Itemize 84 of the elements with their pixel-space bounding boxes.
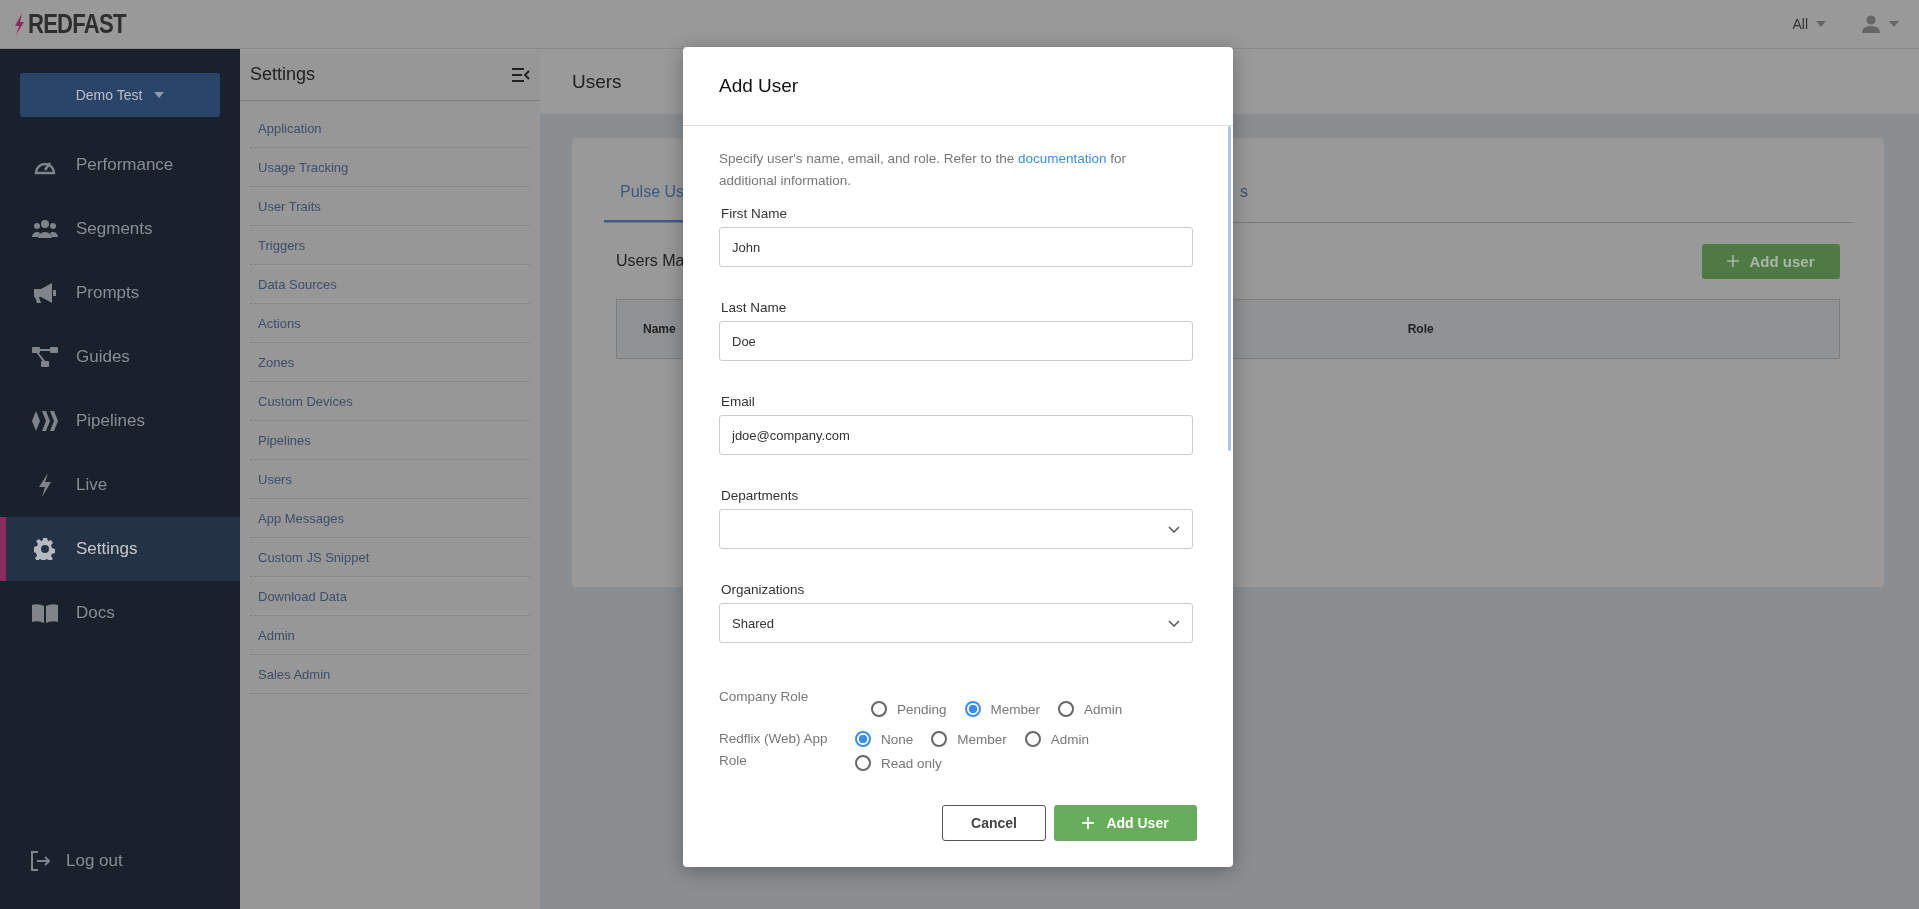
- radio-button[interactable]: [855, 731, 871, 747]
- documentation-link[interactable]: documentation: [1018, 151, 1107, 166]
- nav-item[interactable]: Pipelines: [0, 389, 240, 453]
- radio-button[interactable]: [1024, 731, 1041, 747]
- people-icon: [32, 219, 58, 239]
- radio-option[interactable]: Admin: [1058, 698, 1123, 720]
- select-field[interactable]: [719, 509, 1193, 549]
- dialog-title: Add User: [719, 75, 799, 97]
- radio-option[interactable]: Read only: [855, 752, 942, 774]
- panel-title: Settings: [250, 64, 316, 85]
- filter-dropdown[interactable]: All: [1786, 10, 1832, 38]
- field-label: Organizations: [721, 582, 806, 598]
- scrollbar[interactable]: [1228, 126, 1231, 451]
- radio-option[interactable]: Member: [931, 728, 1007, 750]
- lightning-icon: [14, 13, 25, 35]
- plus-icon: [1727, 255, 1740, 267]
- radio-button[interactable]: [1058, 701, 1075, 717]
- nav-item[interactable]: Live: [0, 453, 240, 517]
- radio-option[interactable]: None: [855, 728, 914, 750]
- lightning-icon: [37, 473, 53, 497]
- radio-option[interactable]: Admin: [1024, 728, 1090, 750]
- collapse-icon[interactable]: [512, 67, 530, 82]
- add-user-button[interactable]: Add user: [1702, 243, 1840, 279]
- add-user-button[interactable]: Add User: [1054, 805, 1197, 841]
- settings-link[interactable]: Data Sources: [258, 276, 337, 292]
- nav-item[interactable]: Guides: [0, 325, 240, 389]
- caret-icon: [1889, 21, 1899, 27]
- logout-icon: [30, 851, 50, 871]
- nav-item[interactable]: Settings: [0, 517, 240, 581]
- settings-link[interactable]: Zones: [258, 354, 295, 370]
- user-icon: [1862, 15, 1880, 33]
- radio-button[interactable]: [855, 755, 871, 771]
- account-dropdown[interactable]: Demo Test: [20, 73, 220, 117]
- chevron-down-icon: [1168, 619, 1180, 627]
- field-label: Departments: [721, 488, 800, 504]
- settings-link[interactable]: Users: [258, 471, 292, 487]
- text-field[interactable]: Doe: [719, 321, 1193, 361]
- text-field[interactable]: jdoe@company.com: [719, 415, 1193, 455]
- chevrons-icon: [32, 411, 58, 431]
- radio-button[interactable]: [871, 701, 887, 717]
- logout-button[interactable]: Log out: [0, 829, 240, 893]
- radio-button[interactable]: [964, 701, 981, 717]
- text-field[interactable]: John: [719, 227, 1193, 267]
- tab[interactable]: s: [1240, 164, 1249, 222]
- field-label: Email: [721, 394, 756, 410]
- caret-icon: [1816, 21, 1826, 27]
- settings-icon: [34, 538, 56, 560]
- settings-link[interactable]: User Traits: [258, 198, 321, 214]
- settings-link[interactable]: Actions: [258, 315, 301, 331]
- settings-link[interactable]: Pipelines: [258, 432, 311, 448]
- page-title: Users: [572, 70, 622, 93]
- nav-item[interactable]: Docs: [0, 581, 240, 645]
- field-label: Company Role: [719, 688, 810, 706]
- nav-item[interactable]: Segments: [0, 197, 240, 261]
- section-title: Users Ma: [616, 252, 685, 270]
- caret-icon: [154, 92, 165, 98]
- settings-link[interactable]: Admin: [258, 627, 295, 643]
- logo-text: REDFAST: [28, 8, 126, 40]
- intro-text: Specify user's name, email, and role. Refer to the documentation for additional information.: [719, 150, 1128, 190]
- field-label: Redflix (Web) App Role: [719, 730, 829, 770]
- plus-icon: [1082, 817, 1095, 829]
- column-header: Name: [643, 322, 676, 336]
- radio-option[interactable]: Pending: [871, 698, 947, 720]
- settings-link[interactable]: Application: [258, 120, 322, 136]
- settings-link[interactable]: Custom Devices: [258, 393, 353, 409]
- flowchart-icon: [32, 346, 58, 368]
- field-label: First Name: [721, 206, 788, 222]
- select-field[interactable]: Shared: [719, 603, 1193, 643]
- settings-link[interactable]: Triggers: [258, 237, 306, 253]
- settings-link[interactable]: Usage Tracking: [258, 159, 349, 175]
- cancel-button[interactable]: Cancel: [942, 805, 1046, 841]
- nav-item[interactable]: Performance: [0, 133, 240, 197]
- book-icon: [32, 603, 58, 623]
- settings-link[interactable]: Custom JS Snippet: [258, 549, 370, 565]
- settings-link[interactable]: Download Data: [258, 588, 347, 604]
- settings-link[interactable]: Sales Admin: [258, 666, 331, 682]
- nav-item[interactable]: Prompts: [0, 261, 240, 325]
- megaphone-icon: [33, 282, 57, 304]
- chevron-down-icon: [1168, 525, 1180, 533]
- column-header: Role: [1407, 322, 1434, 336]
- radio-button[interactable]: [931, 731, 948, 747]
- settings-link[interactable]: App Messages: [258, 510, 344, 526]
- radio-option[interactable]: Member: [964, 698, 1041, 720]
- field-label: Last Name: [721, 300, 788, 316]
